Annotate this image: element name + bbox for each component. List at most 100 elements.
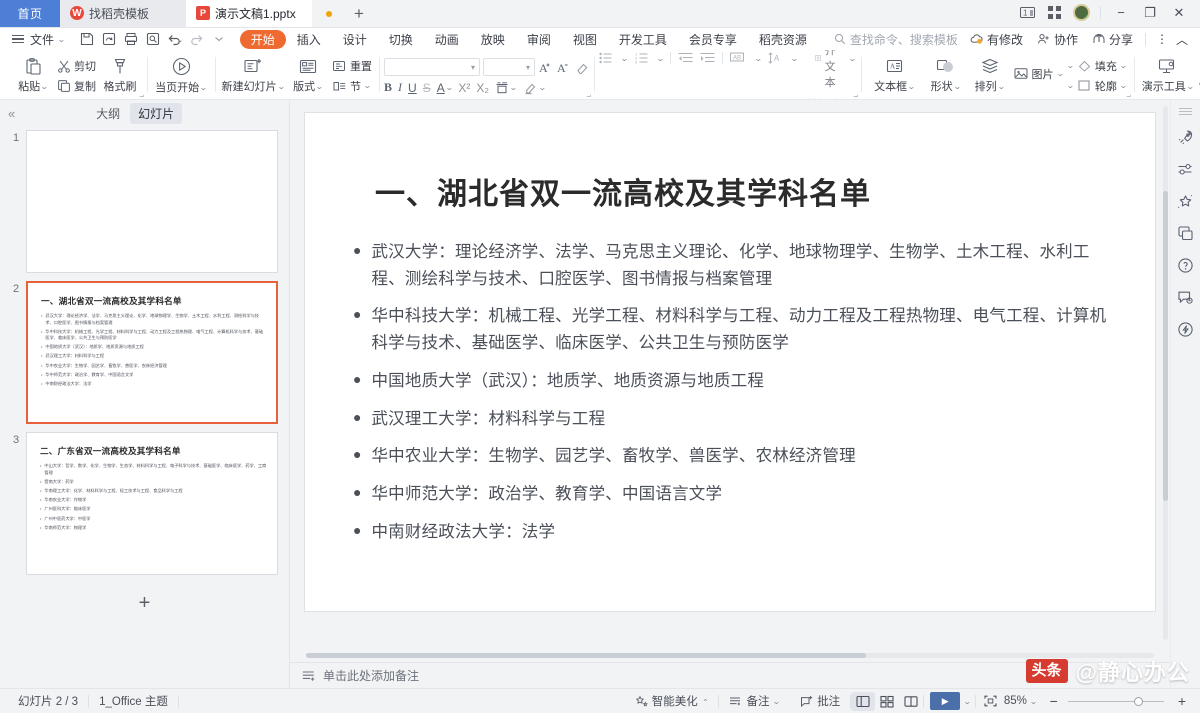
- notes-toggle-button[interactable]: 备注 ⌄: [719, 693, 790, 709]
- list-item[interactable]: 2 一、湖北省双一流高校及其学科名单 • 武汉大学：理论经济学、法学、马克思主义理…: [0, 281, 289, 432]
- rocket-icon[interactable]: [1175, 127, 1197, 147]
- outline-button[interactable]: ⌄ 轮廓 ⌄: [1065, 77, 1128, 95]
- user-avatar[interactable]: [1069, 3, 1093, 23]
- ribbon-tab-start[interactable]: 开始: [239, 29, 286, 49]
- format-painter-button[interactable]: 格式刷: [98, 52, 142, 99]
- layout-button[interactable]: 版式 ⌄: [286, 52, 330, 99]
- bullets-icon[interactable]: [599, 52, 614, 64]
- more-options-button[interactable]: ⋮: [1152, 32, 1172, 46]
- underline-button[interactable]: U: [408, 81, 417, 95]
- print-preview-icon[interactable]: [143, 29, 164, 49]
- pinyin-button[interactable]: ⌄: [495, 81, 518, 94]
- tab-list-icon[interactable]: 1: [1015, 3, 1039, 23]
- fit-to-window-button[interactable]: [976, 695, 1000, 707]
- shrink-font-icon[interactable]: A: [556, 60, 571, 75]
- slide-thumbnail-1[interactable]: [26, 130, 278, 273]
- collapse-ribbon-button[interactable]: ︿: [1174, 31, 1194, 48]
- picture-button[interactable]: 图片 ⌄: [1012, 65, 1066, 83]
- font-size-select[interactable]: ▾: [483, 58, 535, 76]
- ribbon-tab-transition[interactable]: 切换: [378, 30, 424, 49]
- ribbon-tab-view[interactable]: 视图: [562, 30, 608, 49]
- present-tool-button[interactable]: 演示工具 ⌄: [1139, 52, 1197, 99]
- fill-button[interactable]: ⌄ 填充 ⌄: [1065, 57, 1128, 75]
- tab-presentation-file[interactable]: P 演示文稿1.pptx: [186, 0, 312, 27]
- textbox-button[interactable]: A 文本框 ⌄: [866, 52, 924, 99]
- arrange-button[interactable]: 排列 ⌄: [968, 52, 1012, 99]
- paste-button[interactable]: 粘贴 ⌄: [11, 52, 55, 99]
- highlight-button[interactable]: ⌄: [523, 81, 547, 95]
- ribbon-tab-insert[interactable]: 插入: [286, 30, 332, 49]
- comment-button[interactable]: 批注: [790, 693, 850, 709]
- slide-bullet-item[interactable]: ● 华中农业大学：生物学、园艺学、畜牧学、兽医学、农林经济管理: [353, 443, 1113, 470]
- shape-button[interactable]: 形状 ⌄: [924, 52, 968, 99]
- command-search[interactable]: 查找命令、搜索模板: [834, 31, 958, 48]
- slide-content-placeholder[interactable]: ● 武汉大学：理论经济学、法学、马克思主义理论、化学、地球物理学、生物学、土木工…: [353, 239, 1113, 545]
- feedback-icon[interactable]: [1175, 287, 1197, 307]
- grid-icon[interactable]: [1042, 3, 1066, 23]
- save-as-cloud-icon[interactable]: [99, 29, 120, 49]
- add-slide-button[interactable]: +: [0, 583, 289, 623]
- section-button[interactable]: 节 ⌄: [330, 77, 374, 95]
- normal-view-button[interactable]: [851, 691, 876, 711]
- drawing-dialog-launcher[interactable]: [1125, 92, 1131, 98]
- decrease-indent-icon[interactable]: [678, 52, 693, 64]
- clipboard-dialog-launcher[interactable]: [138, 92, 144, 98]
- screen-share-icon[interactable]: [1175, 223, 1197, 243]
- find-button[interactable]: 查找: [1197, 57, 1200, 75]
- slide-bullet-item[interactable]: ● 华中师范大学：政治学、教育学、中国语言文学: [353, 481, 1113, 508]
- new-slide-button[interactable]: 新建幻灯片 ⌄: [220, 52, 286, 99]
- font-color-button[interactable]: A ⌄: [437, 81, 454, 95]
- tab-slides[interactable]: 幻灯片: [130, 102, 183, 124]
- undo-icon[interactable]: [165, 29, 186, 49]
- redo-icon[interactable]: [187, 29, 208, 49]
- star-magic-icon[interactable]: [1175, 191, 1197, 211]
- ribbon-tab-review[interactable]: 审阅: [516, 30, 562, 49]
- slide-thumbnail-list[interactable]: 1 2 一、湖北省双一流高校及其学科名单 • 武汉大学：理论经济学、法学、马克思主…: [0, 126, 289, 688]
- font-dialog-launcher[interactable]: [585, 92, 591, 98]
- share-button[interactable]: 分享: [1086, 31, 1139, 48]
- paragraph-dialog-launcher[interactable]: [852, 92, 858, 98]
- close-button[interactable]: ✕: [1166, 3, 1192, 23]
- italic-button[interactable]: I: [398, 80, 402, 95]
- help-circle-icon[interactable]: [1175, 255, 1197, 275]
- ribbon-tab-member[interactable]: 会员专享: [678, 30, 748, 49]
- slide-bullet-item[interactable]: ● 中南财经政法大学：法学: [353, 519, 1113, 546]
- strikethrough-button[interactable]: S: [423, 81, 431, 95]
- ribbon-tab-animation[interactable]: 动画: [424, 30, 470, 49]
- subscript-button[interactable]: X₂: [476, 81, 489, 95]
- print-icon[interactable]: [121, 29, 142, 49]
- grow-font-icon[interactable]: A: [538, 60, 553, 75]
- file-menu-button[interactable]: 文件 ⌄: [6, 31, 71, 48]
- slide-bullet-item[interactable]: ● 华中科技大学：机械工程、光学工程、材料科学与工程、动力工程及工程热物理、电气…: [353, 303, 1113, 356]
- increase-indent-icon[interactable]: [700, 52, 715, 64]
- ribbon-tab-docer[interactable]: 稻壳资源: [748, 30, 818, 49]
- bold-button[interactable]: B: [384, 80, 392, 95]
- ribbon-tab-design[interactable]: 设计: [332, 30, 378, 49]
- replace-button[interactable]: AB 替换⌄: [1197, 77, 1200, 95]
- slide-bullet-item[interactable]: ● 武汉大学：理论经济学、法学、马克思主义理论、化学、地球物理学、生物学、土木工…: [353, 239, 1113, 292]
- canvas-horizontal-scrollbar[interactable]: [306, 650, 1154, 660]
- notes-pane[interactable]: 单击此处添加备注: [290, 662, 1170, 688]
- canvas-vertical-scrollbar[interactable]: [1163, 106, 1168, 640]
- zoom-out-button[interactable]: −: [1044, 693, 1064, 709]
- cut-button[interactable]: 剪切: [55, 57, 98, 75]
- clear-format-icon[interactable]: [574, 60, 589, 75]
- zoom-in-button[interactable]: +: [1168, 693, 1192, 709]
- slide-sorter-view-button[interactable]: [875, 692, 899, 711]
- new-tab-button[interactable]: +: [344, 5, 374, 22]
- zoom-level[interactable]: 85%: [1000, 695, 1031, 707]
- numbering-icon[interactable]: 123: [635, 52, 650, 64]
- minimize-button[interactable]: −: [1108, 3, 1134, 23]
- tab-docer-template[interactable]: W 找稻壳模板: [60, 0, 186, 27]
- superscript-button[interactable]: X²: [458, 81, 470, 95]
- slide-canvas[interactable]: 一、湖北省双一流高校及其学科名单 ● 武汉大学：理论经济学、法学、马克思主义理论…: [304, 112, 1156, 612]
- tab-home[interactable]: 首页: [0, 0, 60, 27]
- font-name-select[interactable]: ▾: [384, 58, 480, 76]
- smart-beautify-button[interactable]: 智能美化 ⌄: [625, 693, 719, 709]
- align-text-button[interactable]: 对齐文本⌄: [815, 50, 857, 90]
- page-title[interactable]: 一、湖北省双一流高校及其学科名单: [375, 169, 1113, 213]
- maximize-button[interactable]: ❐: [1137, 3, 1163, 23]
- start-slideshow-button[interactable]: ▶ ⌄: [924, 692, 975, 710]
- copy-button[interactable]: 复制: [55, 77, 98, 95]
- zoom-slider-knob[interactable]: [1133, 696, 1143, 706]
